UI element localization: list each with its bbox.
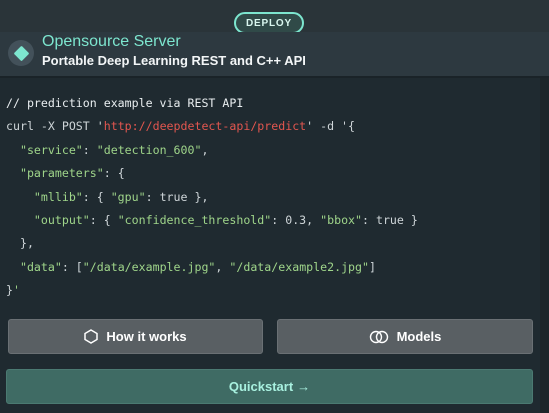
code-text: } <box>6 283 13 298</box>
double-circle-icon <box>369 330 389 344</box>
code-key: "output" <box>6 213 90 228</box>
code-text: , <box>215 259 230 274</box>
models-button[interactable]: Models <box>277 319 533 354</box>
code-text: : [ <box>61 259 83 274</box>
how-it-works-label: How it works <box>106 329 187 344</box>
how-it-works-button[interactable]: How it works <box>8 319 263 354</box>
code-text: : { <box>89 213 118 228</box>
deploy-badge: DEPLOY <box>234 12 304 34</box>
code-text: : true }, <box>145 189 209 204</box>
code-text: : 0.3, <box>271 213 321 228</box>
code-text: }, <box>6 236 34 251</box>
diamond-icon <box>13 45 29 61</box>
quickstart-label: Quickstart <box>228 379 294 394</box>
code-text: : true } <box>362 213 418 228</box>
hexagon-icon <box>84 329 99 344</box>
code-key: "parameters" <box>6 166 104 181</box>
code-text: ' -d '{ <box>306 119 356 134</box>
logo <box>8 40 34 66</box>
page-title: Opensource Server <box>42 33 181 50</box>
arrow-right-icon: → <box>297 379 311 394</box>
models-label: Models <box>396 329 442 344</box>
code-url: http://deepdetect-api/predict <box>103 119 307 134</box>
code-text: : <box>82 142 97 157</box>
code-key: "bbox" <box>320 213 363 228</box>
code-block: // prediction example via REST API curl … <box>6 92 546 303</box>
code-text: : { <box>82 189 111 204</box>
code-comment: // prediction example via REST API <box>6 96 244 110</box>
quickstart-button[interactable]: Quickstart → <box>6 369 533 404</box>
code-text: , <box>201 142 209 157</box>
code-text: ' <box>12 283 20 298</box>
code-key: "gpu" <box>110 189 146 204</box>
code-text: ] <box>369 259 376 274</box>
code-key: "confidence_threshold" <box>117 213 272 228</box>
code-key: "service" <box>6 142 83 157</box>
code-key: "data" <box>6 259 62 274</box>
divider <box>0 76 549 78</box>
code-string: "/data/example.jpg" <box>82 259 216 274</box>
code-string: "/data/example2.jpg" <box>229 259 369 274</box>
code-string: "detection_600" <box>96 142 202 157</box>
scroll-edge <box>540 78 549 413</box>
page-subtitle: Portable Deep Learning REST and C++ API <box>42 53 306 68</box>
code-key: "mllib" <box>6 189 83 204</box>
code-text: : { <box>103 166 125 181</box>
code-text: curl -X POST ' <box>6 119 104 134</box>
